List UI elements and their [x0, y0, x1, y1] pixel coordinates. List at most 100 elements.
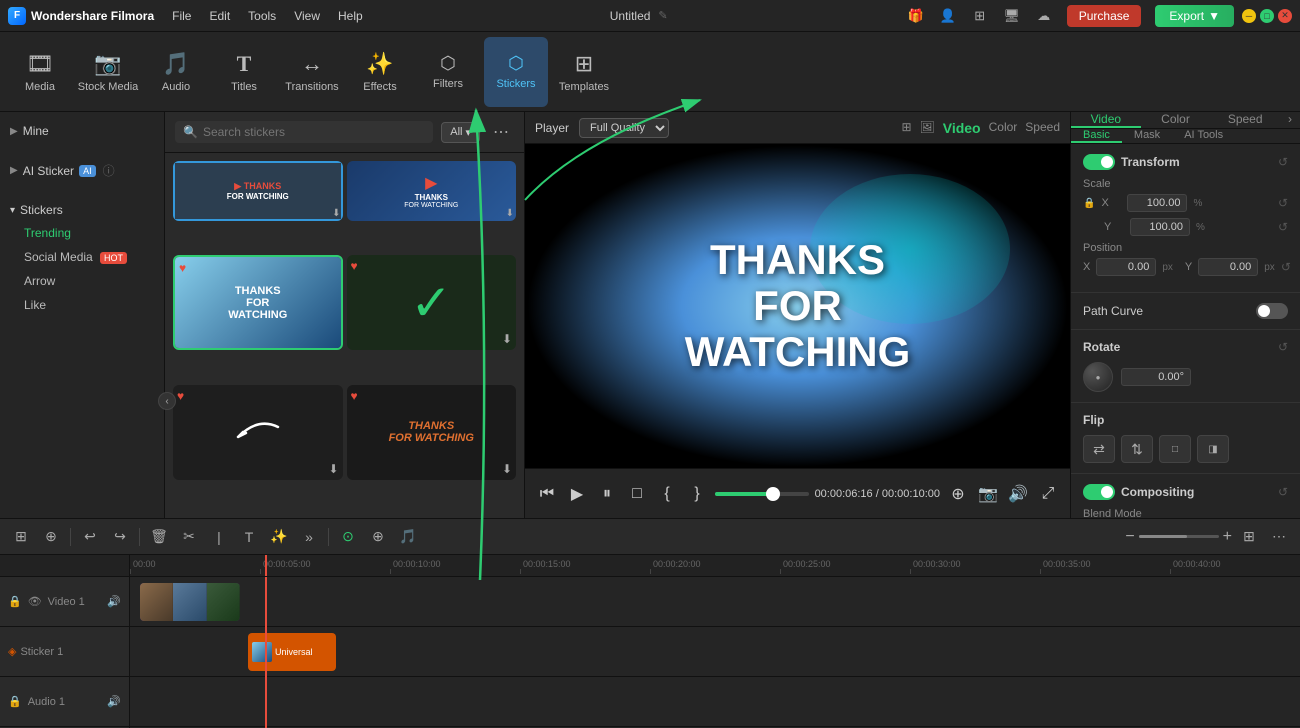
- category-arrow[interactable]: Arrow: [10, 269, 154, 293]
- grid-view-icon[interactable]: ⊞: [901, 120, 911, 136]
- toolbar-audio[interactable]: 🎵 Audio: [144, 37, 208, 107]
- tl-ripple-button[interactable]: ⊕: [365, 524, 391, 550]
- subtab-mask[interactable]: Mask: [1122, 129, 1172, 143]
- time-track[interactable]: [715, 492, 809, 496]
- fullscreen-button[interactable]: ⤢: [1036, 482, 1060, 506]
- track-audio-vol-icon[interactable]: 🔊: [107, 695, 121, 708]
- tl-redo-button[interactable]: ↪: [107, 524, 133, 550]
- transform-toggle[interactable]: [1083, 154, 1115, 170]
- tl-split-button[interactable]: |: [206, 524, 232, 550]
- pos-x-input[interactable]: [1096, 258, 1156, 276]
- filter-all-button[interactable]: All ▾: [441, 122, 480, 143]
- tl-snap-button[interactable]: ⊙: [335, 524, 361, 550]
- tl-zoom-in-button[interactable]: +: [1223, 528, 1232, 546]
- category-social-media[interactable]: Social Media HOT: [10, 245, 154, 269]
- sticker-item-4[interactable]: ✓ ♥ ⬇: [347, 255, 517, 350]
- rotate-dial[interactable]: ●: [1083, 362, 1113, 392]
- more-tabs-button[interactable]: ›: [1280, 112, 1300, 128]
- scale-x-reset[interactable]: ↺: [1278, 196, 1288, 210]
- flip-vertical-button[interactable]: ⇅: [1121, 435, 1153, 463]
- settings-icon[interactable]: Video: [943, 120, 981, 136]
- fullscreen-icon[interactable]: 🖼: [920, 120, 935, 136]
- scale-x-input[interactable]: [1127, 194, 1187, 212]
- track-lock-icon-audio[interactable]: 🔒: [8, 695, 22, 708]
- grid-icon[interactable]: ⊞: [971, 7, 989, 25]
- gift-icon[interactable]: 🎁: [907, 7, 925, 25]
- time-thumb[interactable]: [766, 487, 780, 501]
- tl-add-audio-button[interactable]: ⊕: [38, 524, 64, 550]
- stickers-section-header[interactable]: ▾ Stickers: [10, 199, 154, 221]
- tl-text-button[interactable]: T: [236, 524, 262, 550]
- monitor-icon[interactable]: 🖥: [1003, 7, 1021, 25]
- tl-undo-button[interactable]: ↩: [77, 524, 103, 550]
- tl-more-button[interactable]: »: [296, 524, 322, 550]
- tab-video[interactable]: Video: [1071, 112, 1141, 128]
- toolbar-media[interactable]: 🎞 Media: [8, 37, 72, 107]
- sticker-item-3[interactable]: THANKSFORWATCHING ♥: [173, 255, 343, 350]
- compositing-toggle[interactable]: [1083, 484, 1115, 500]
- toolbar-stickers[interactable]: ⬡ Stickers: [484, 37, 548, 107]
- track-clip-video[interactable]: [140, 583, 240, 621]
- tl-grid-button[interactable]: ⊞: [1236, 524, 1262, 550]
- playhead[interactable]: [265, 577, 267, 728]
- collapse-left-panel-button[interactable]: ‹: [158, 392, 176, 410]
- more-options-button[interactable]: ⋯: [488, 120, 514, 144]
- speed-tab[interactable]: Speed: [1025, 120, 1060, 136]
- sticker-item-1[interactable]: ▶ THANKS FOR WATCHING ⬇: [173, 161, 343, 221]
- tab-speed[interactable]: Speed: [1210, 112, 1280, 128]
- tl-zoom-out-button[interactable]: −: [1125, 528, 1134, 546]
- toolbar-effects[interactable]: ✨ Effects: [348, 37, 412, 107]
- pause-button[interactable]: ⏸: [595, 482, 619, 506]
- ai-info-icon[interactable]: ⓘ: [103, 162, 115, 179]
- title-edit-icon[interactable]: ✎: [658, 9, 667, 22]
- tab-color[interactable]: Color: [1141, 112, 1211, 128]
- tl-more2-button[interactable]: ⋯: [1266, 524, 1292, 550]
- sticker-item-6[interactable]: THANKSFOR WATCHING ♥ ⬇: [347, 385, 517, 480]
- track-lock-icon-video[interactable]: 🔒: [8, 595, 22, 608]
- maximize-button[interactable]: □: [1260, 9, 1274, 23]
- transform-reset-icon[interactable]: ↺: [1278, 155, 1288, 169]
- close-button[interactable]: ✕: [1278, 9, 1292, 23]
- menu-view[interactable]: View: [286, 5, 328, 27]
- tl-cut-button[interactable]: ✂: [176, 524, 202, 550]
- add-to-timeline-button[interactable]: ⊕: [946, 482, 970, 506]
- menu-file[interactable]: File: [164, 5, 199, 27]
- tl-delete-button[interactable]: 🗑: [146, 524, 172, 550]
- menu-tools[interactable]: Tools: [240, 5, 284, 27]
- track-clip-sticker[interactable]: Universal: [248, 633, 336, 671]
- scale-y-input[interactable]: [1130, 218, 1190, 236]
- skip-back-button[interactable]: ⏮: [535, 482, 559, 506]
- track-eye-icon-video[interactable]: 👁: [28, 595, 42, 608]
- toolbar-titles[interactable]: T Titles: [212, 37, 276, 107]
- position-reset[interactable]: ↺: [1281, 260, 1291, 274]
- menu-edit[interactable]: Edit: [201, 5, 238, 27]
- square-stop-button[interactable]: □: [625, 482, 649, 506]
- scale-y-reset[interactable]: ↺: [1278, 220, 1288, 234]
- ai-sticker-header[interactable]: ▶ AI Sticker AI ⓘ: [10, 158, 154, 183]
- track-audio-icon-video[interactable]: 🔊: [107, 595, 121, 608]
- quality-select[interactable]: Full Quality: [579, 118, 669, 138]
- export-button[interactable]: Export ▼: [1155, 5, 1234, 27]
- menu-help[interactable]: Help: [330, 5, 371, 27]
- tl-add-video-button[interactable]: ⊞: [8, 524, 34, 550]
- category-like[interactable]: Like: [10, 293, 154, 317]
- toolbar-filters[interactable]: ⬡ Filters: [416, 37, 480, 107]
- rotate-input[interactable]: [1121, 368, 1191, 386]
- pos-y-input[interactable]: [1198, 258, 1258, 276]
- volume-button[interactable]: 🔊: [1006, 482, 1030, 506]
- mark-in-button[interactable]: {: [655, 482, 679, 506]
- tl-effects-button[interactable]: ✨: [266, 524, 292, 550]
- category-trending[interactable]: Trending: [10, 221, 154, 245]
- camera-button[interactable]: 📷: [976, 482, 1000, 506]
- mine-section-header[interactable]: ▶ Mine: [10, 120, 154, 142]
- purchase-button[interactable]: Purchase: [1067, 5, 1142, 27]
- flip-btn-4[interactable]: ◨: [1197, 435, 1229, 463]
- flip-btn-3[interactable]: □: [1159, 435, 1191, 463]
- profile-icon[interactable]: 👤: [939, 7, 957, 25]
- color-tab[interactable]: Color: [989, 120, 1018, 136]
- play-button[interactable]: ▶: [565, 482, 589, 506]
- toolbar-transitions[interactable]: ↔ Transitions: [280, 37, 344, 107]
- path-curve-toggle[interactable]: [1256, 303, 1288, 319]
- flip-horizontal-button[interactable]: ⇄: [1083, 435, 1115, 463]
- subtab-basic[interactable]: Basic: [1071, 129, 1122, 143]
